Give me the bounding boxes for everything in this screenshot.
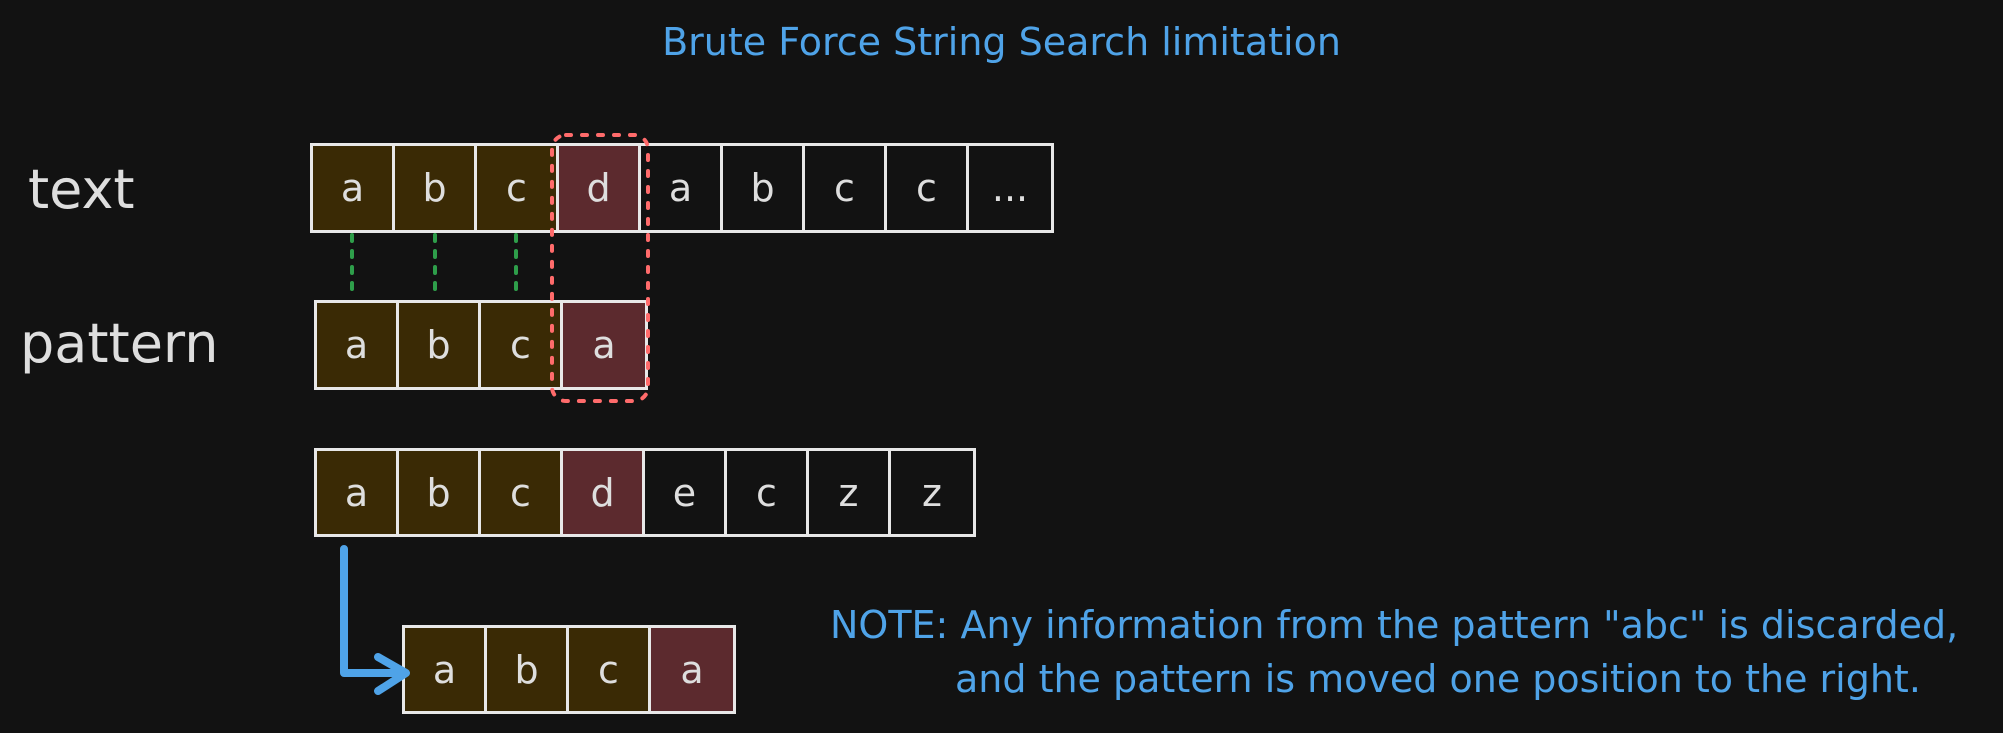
note-line-1: NOTE: Any information from the pattern "… (830, 603, 1959, 647)
text-cell: c (805, 146, 887, 230)
shifted-pattern-cell: c (569, 628, 651, 711)
text-cell: b (723, 146, 805, 230)
text-cell: a (313, 146, 395, 230)
text-cell: c (887, 146, 969, 230)
shift-arrow-icon (340, 545, 408, 677)
text-cell: c (477, 146, 559, 230)
example-cell: b (399, 451, 481, 534)
shifted-pattern-cell: a (405, 628, 487, 711)
diagram-title: Brute Force String Search limitation (662, 20, 1341, 64)
pattern-cell: a (317, 303, 399, 387)
example-cell: e (645, 451, 727, 534)
text-cell: d (559, 146, 641, 230)
example-cell: c (727, 451, 809, 534)
pattern-cell: a (563, 303, 645, 387)
shifted-pattern-cell: b (487, 628, 569, 711)
example-text-row: abcdeczz (314, 448, 976, 537)
example-cell: z (809, 451, 891, 534)
note-line-2: and the pattern is moved one position to… (955, 657, 1921, 701)
pattern-cell: c (481, 303, 563, 387)
example-cell: z (891, 451, 973, 534)
text-row: a b c d a b c c... (310, 143, 1054, 233)
shifted-pattern-row: abca (402, 625, 736, 714)
pattern-row: abca (314, 300, 648, 390)
example-cell: a (317, 451, 399, 534)
pattern-label: pattern (20, 312, 219, 375)
example-cell: c (481, 451, 563, 534)
text-cell: a (641, 146, 723, 230)
text-cell: ... (969, 146, 1051, 230)
shifted-pattern-cell: a (651, 628, 733, 711)
text-cell: b (395, 146, 477, 230)
example-cell: d (563, 451, 645, 534)
text-label: text (28, 158, 135, 221)
pattern-cell: b (399, 303, 481, 387)
